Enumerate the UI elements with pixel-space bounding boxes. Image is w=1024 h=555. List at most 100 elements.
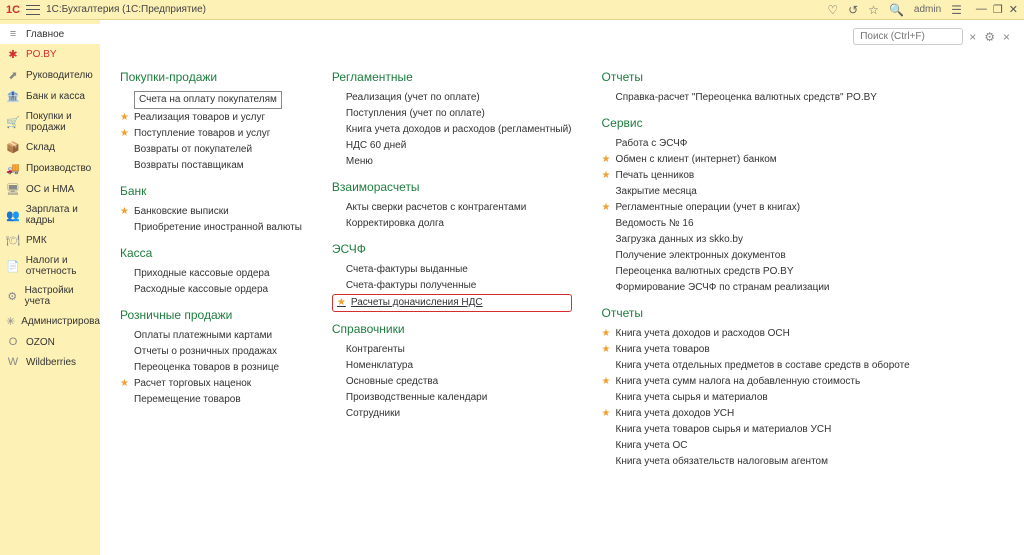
sidebar-item[interactable]: OOZON	[0, 332, 100, 352]
link-item[interactable]: Реализация (учет по оплате)	[332, 90, 572, 106]
sidebar-item[interactable]: 🚚Производство	[0, 158, 100, 179]
clear-search-icon[interactable]: ×	[967, 30, 978, 44]
sidebar-label: PO.BY	[26, 49, 57, 60]
link-item[interactable]: Счета-фактуры выданные	[332, 262, 572, 278]
sidebar-item[interactable]: 📦Склад	[0, 137, 100, 158]
sidebar-item[interactable]: 📄Налоги и отчетность	[0, 251, 100, 281]
history-icon[interactable]: ↺	[848, 3, 858, 17]
section-title: Отчеты	[602, 306, 910, 320]
link-label: Корректировка долга	[346, 217, 444, 231]
link-item[interactable]: Книга учета сырья и материалов	[602, 390, 910, 406]
sidebar-item[interactable]: 🍽РМК	[0, 230, 100, 251]
link-item[interactable]: Счета на оплату покупателям	[120, 90, 302, 110]
link-label: Обмен с клиент (интернет) банком	[616, 153, 777, 167]
link-item[interactable]: ★Печать ценников	[602, 168, 910, 184]
link-item[interactable]: ★Расчеты доначисления НДС	[332, 294, 572, 312]
sidebar-label: Банк и касса	[26, 91, 85, 102]
sidebar-icon: 🛒	[6, 116, 20, 129]
sidebar-item[interactable]: ⬈Руководителю	[0, 65, 100, 86]
star-icon: ★	[602, 375, 612, 389]
sidebar-item[interactable]: 🛒Покупки и продажи	[0, 107, 100, 137]
sidebar-item[interactable]: ≡Главное	[0, 24, 100, 44]
link-item[interactable]: Приходные кассовые ордера	[120, 266, 302, 282]
link-item[interactable]: Производственные календари	[332, 390, 572, 406]
link-item[interactable]: ★Расчет торговых наценок	[120, 376, 302, 392]
star-icon: ★	[120, 205, 130, 219]
user-label[interactable]: admin	[914, 4, 941, 15]
link-item[interactable]: Основные средства	[332, 374, 572, 390]
link-item[interactable]: Книга учета ОС	[602, 438, 910, 454]
maximize-icon[interactable]: ❐	[993, 3, 1003, 16]
link-item[interactable]: Меню	[332, 154, 572, 170]
star-icon: ★	[120, 127, 130, 141]
close-icon[interactable]: ✕	[1009, 3, 1018, 16]
link-item[interactable]: Книга учета доходов и расходов (регламен…	[332, 122, 572, 138]
link-item[interactable]: Сотрудники	[332, 406, 572, 422]
close-panel-icon[interactable]: ×	[1001, 30, 1012, 44]
link-item[interactable]: Переоценка валютных средств PO.BY	[602, 264, 910, 280]
link-item[interactable]: Книга учета товаров сырья и материалов У…	[602, 422, 910, 438]
sidebar-label: Главное	[26, 29, 64, 40]
search-icon[interactable]: 🔍	[889, 3, 904, 17]
minimize-icon[interactable]: —	[976, 3, 987, 16]
link-item[interactable]: ★Книга учета сумм налога на добавленную …	[602, 374, 910, 390]
sidebar-label: Зарплата и кадры	[26, 204, 94, 226]
link-label: Оплаты платежными картами	[134, 329, 272, 343]
link-item[interactable]: ★Регламентные операции (учет в книгах)	[602, 200, 910, 216]
search-input[interactable]	[853, 28, 963, 45]
link-item[interactable]: НДС 60 дней	[332, 138, 572, 154]
link-item[interactable]: ★Обмен с клиент (интернет) банком	[602, 152, 910, 168]
sidebar-item[interactable]: ✱PO.BY	[0, 44, 100, 65]
link-item[interactable]: Закрытие месяца	[602, 184, 910, 200]
link-item[interactable]: Ведомость № 16	[602, 216, 910, 232]
star-icon[interactable]: ☆	[868, 3, 879, 17]
sidebar-item[interactable]: 👥Зарплата и кадры	[0, 200, 100, 230]
link-item[interactable]: Загрузка данных из skko.by	[602, 232, 910, 248]
link-label: Перемещение товаров	[134, 393, 241, 407]
link-item[interactable]: ★Поступление товаров и услуг	[120, 126, 302, 142]
link-item[interactable]: Акты сверки расчетов с контрагентами	[332, 200, 572, 216]
link-item[interactable]: ★Книга учета доходов УСН	[602, 406, 910, 422]
link-item[interactable]: Корректировка долга	[332, 216, 572, 232]
link-item[interactable]: Книга учета отдельных предметов в состав…	[602, 358, 910, 374]
link-label: Реализация (учет по оплате)	[346, 91, 480, 105]
sidebar-item[interactable]: 🏦Банк и касса	[0, 86, 100, 107]
link-item[interactable]: ★Банковские выписки	[120, 204, 302, 220]
link-label: Книга учета доходов и расходов (регламен…	[346, 123, 572, 137]
link-item[interactable]: ★Книга учета доходов и расходов ОСН	[602, 326, 910, 342]
link-item[interactable]: ★Книга учета товаров	[602, 342, 910, 358]
menu-icon[interactable]	[26, 5, 40, 15]
link-item[interactable]: Получение электронных документов	[602, 248, 910, 264]
link-item[interactable]: Переоценка товаров в рознице	[120, 360, 302, 376]
link-item[interactable]: Контрагенты	[332, 342, 572, 358]
filter-icon[interactable]: ☰	[951, 3, 962, 17]
sidebar-item[interactable]: ✳Администрирование	[0, 311, 100, 332]
gear-icon[interactable]: ⚙	[982, 30, 997, 44]
titlebar: 1C 1С:Бухгалтерия (1С:Предприятие) ♡ ↺ ☆…	[0, 0, 1024, 20]
link-item[interactable]: Книга учета обязательств налоговым агент…	[602, 454, 910, 470]
sidebar: ≡Главное✱PO.BY⬈Руководителю🏦Банк и касса…	[0, 20, 100, 555]
link-item[interactable]: Поступления (учет по оплате)	[332, 106, 572, 122]
link-item[interactable]: ★Реализация товаров и услуг	[120, 110, 302, 126]
section-title: ЭСЧФ	[332, 242, 572, 256]
bell-icon[interactable]: ♡	[827, 3, 838, 17]
sidebar-item[interactable]: ⚙Настройки учета	[0, 281, 100, 311]
link-label: Расходные кассовые ордера	[134, 283, 268, 297]
link-item[interactable]: Работа с ЭСЧФ	[602, 136, 910, 152]
link-item[interactable]: Счета-фактуры полученные	[332, 278, 572, 294]
link-item[interactable]: Оплаты платежными картами	[120, 328, 302, 344]
link-item[interactable]: Отчеты о розничных продажах	[120, 344, 302, 360]
link-item[interactable]: Формирование ЭСЧФ по странам реализации	[602, 280, 910, 296]
link-item[interactable]: Расходные кассовые ордера	[120, 282, 302, 298]
link-item[interactable]: Номенклатура	[332, 358, 572, 374]
link-item[interactable]: Перемещение товаров	[120, 392, 302, 408]
link-label: Счета-фактуры полученные	[346, 279, 476, 293]
sidebar-item[interactable]: WWildberries	[0, 352, 100, 372]
sidebar-label: Wildberries	[26, 357, 76, 368]
link-label: Переоценка валютных средств PO.BY	[616, 265, 794, 279]
link-item[interactable]: Возвраты от покупателей	[120, 142, 302, 158]
link-item[interactable]: Приобретение иностранной валюты	[120, 220, 302, 236]
sidebar-item[interactable]: 🖥ОС и НМА	[0, 179, 100, 200]
link-item[interactable]: Возвраты поставщикам	[120, 158, 302, 174]
link-item[interactable]: Справка-расчет "Переоценка валютных сред…	[602, 90, 910, 106]
